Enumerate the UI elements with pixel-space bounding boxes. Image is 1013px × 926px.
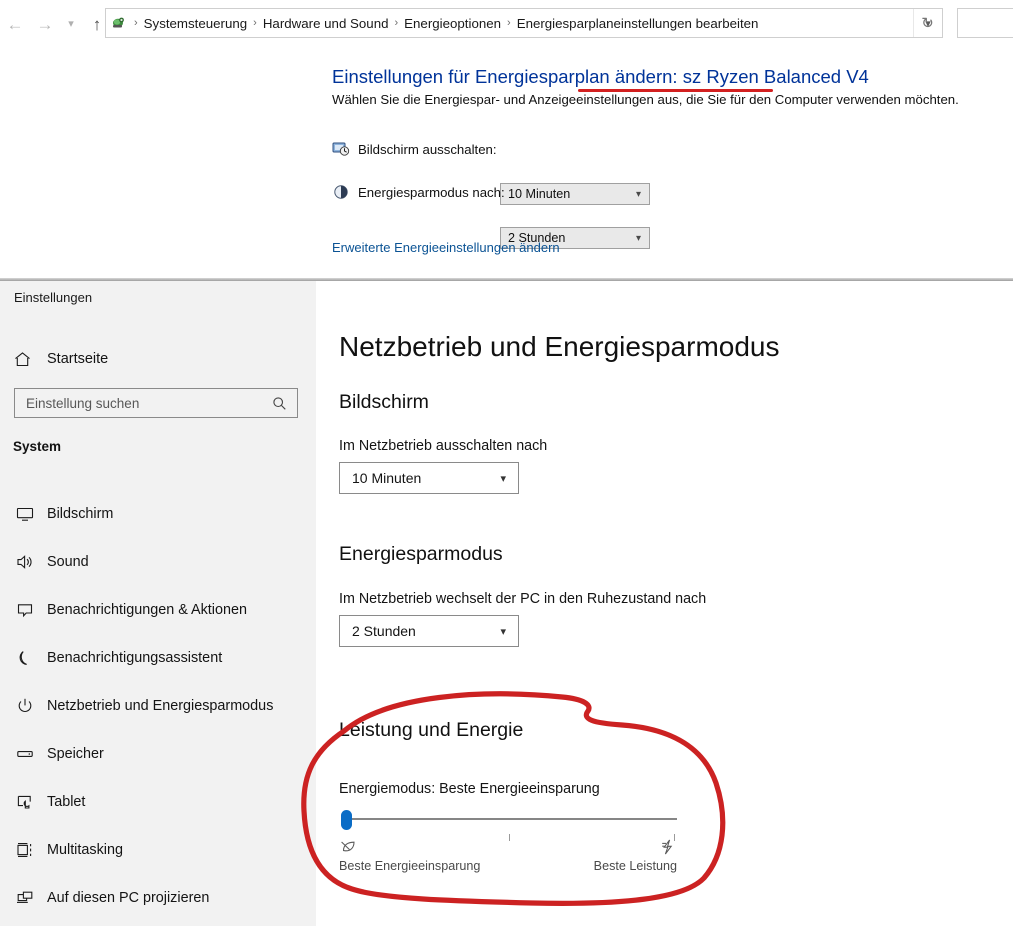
control-panel-page: Einstellungen für Energiesparplan ändern… <box>0 47 1013 279</box>
forward-icon[interactable]: → <box>30 10 60 38</box>
sidebar-item-speicher[interactable]: Speicher <box>0 730 316 778</box>
sidebar-item-label: Speicher <box>47 746 104 762</box>
display-off-icon <box>332 140 350 158</box>
slider-track <box>347 818 677 820</box>
page-subtitle: Wählen Sie die Energiespar- und Anzeigee… <box>332 92 959 107</box>
project-icon <box>13 886 37 910</box>
tablet-icon <box>13 790 37 814</box>
control-panel-icon <box>111 15 127 31</box>
sidebar-item-label: Auf diesen PC projizieren <box>47 890 210 906</box>
sidebar-item-label: Benachrichtigungsassistent <box>47 650 223 666</box>
cp-label-display-off: Bildschirm ausschalten: <box>358 141 497 157</box>
advanced-power-settings-link[interactable]: Erweiterte Energieeinstellungen ändern <box>332 240 560 255</box>
page-title-prefix: Einstellungen für Energiesparplan ändern… <box>332 66 683 87</box>
sidebar-item-benachrichtigungsassistent[interactable]: Benachrichtigungsassistent <box>0 634 316 682</box>
settings-search-input[interactable]: Einstellung suchen <box>14 388 298 418</box>
sidebar-item-benachrichtigungen[interactable]: Benachrichtigungen & Aktionen <box>0 586 316 634</box>
sidebar-item-label: Startseite <box>47 351 109 367</box>
combo-display-off-value: 10 Minuten <box>352 470 422 486</box>
sidebar-item-label: Multitasking <box>47 842 123 858</box>
cp-label-sleep: Energiesparmodus nach: <box>358 184 505 200</box>
group-heading-leistung-und-energie: Leistung und Energie <box>339 719 524 741</box>
sidebar-item-startseite[interactable]: Startseite <box>0 343 316 375</box>
refresh-icon[interactable]: ↻ <box>913 9 942 37</box>
chevron-down-icon: ▾ <box>500 625 506 638</box>
explorer-nav-buttons: ← → ▾ ↑ <box>0 10 112 38</box>
breadcrumb-item-systemsteuerung[interactable]: Systemsteuerung <box>141 16 250 31</box>
combo-sleep-value: 2 Stunden <box>352 623 416 639</box>
sidebar-item-label: Tablet <box>47 794 86 810</box>
slider-left-label: Beste Energieeinsparung <box>339 859 481 873</box>
sidebar-item-auf-diesen-pc-projizieren[interactable]: Auf diesen PC projizieren <box>0 874 316 922</box>
moon-icon <box>13 646 37 670</box>
monitor-icon <box>13 502 37 526</box>
group-heading-bildschirm: Bildschirm <box>339 391 429 413</box>
chevron-down-icon: ▾ <box>635 232 641 244</box>
sidebar-item-label: Bildschirm <box>47 506 114 522</box>
slider-thumb[interactable] <box>341 810 352 830</box>
sleep-icon <box>332 183 350 201</box>
sidebar-item-netzbetrieb-energiesparmodus[interactable]: Netzbetrieb und Energiesparmodus <box>0 682 316 730</box>
sidebar-item-sound[interactable]: Sound <box>0 538 316 586</box>
combo-sleep[interactable]: 2 Stunden ▾ <box>339 615 519 647</box>
field-label-display-off: Im Netzbetrieb ausschalten nach <box>339 438 548 454</box>
storage-icon <box>13 742 37 766</box>
cp-select-display-off-value: 10 Minuten <box>508 187 571 201</box>
lightning-icon <box>661 839 675 860</box>
group-heading-energiesparmodus: Energiesparmodus <box>339 543 503 565</box>
cp-row-display-off: Bildschirm ausschalten: <box>332 140 497 158</box>
chevron-down-icon: ▾ <box>635 188 641 200</box>
slider-endpoint-labels: Beste Energieeinsparung Beste Leistung <box>339 859 677 873</box>
sidebar-item-bildschirm[interactable]: Bildschirm <box>0 490 316 538</box>
chat-bubble-icon <box>13 598 37 622</box>
settings-window: Einstellungen Startseite Einstellung suc… <box>0 281 1013 926</box>
field-label-sleep: Im Netzbetrieb wechselt der PC in den Ru… <box>339 591 707 607</box>
breadcrumb-separator: › <box>394 17 399 29</box>
sidebar-item-tablet[interactable]: Tablet <box>0 778 316 826</box>
combo-display-off[interactable]: 10 Minuten ▾ <box>339 462 519 494</box>
sidebar-item-multitasking[interactable]: Multitasking <box>0 826 316 874</box>
settings-main-content: Netzbetrieb und Energiesparmodus Bildsch… <box>316 281 1013 926</box>
sidebar-section-header: System <box>13 439 62 454</box>
sidebar-item-label: Sound <box>47 554 89 570</box>
settings-page-title: Netzbetrieb und Energiesparmodus <box>339 331 780 362</box>
breadcrumb-item-energieoptionen[interactable]: Energieoptionen <box>401 16 504 31</box>
breadcrumb-separator: › <box>134 17 138 29</box>
breadcrumb-item-hardware-und-sound[interactable]: Hardware und Sound <box>260 16 392 31</box>
breadcrumb-item-energiesparplaneinstellungen[interactable]: Energiesparplaneinstellungen bearbeiten <box>514 16 762 31</box>
energy-mode-label: Energiemodus: Beste Energieeinsparung <box>339 781 600 797</box>
settings-sidebar: Einstellungen Startseite Einstellung suc… <box>0 281 316 926</box>
slider-endpoint-icons <box>339 839 677 857</box>
settings-search-placeholder: Einstellung suchen <box>26 395 140 411</box>
chevron-down-icon: ▾ <box>500 472 506 485</box>
power-plan-name: sz Ryzen Balanced V4 <box>682 66 869 87</box>
history-chevron-down-icon[interactable]: ▾ <box>60 10 82 38</box>
explorer-search-input[interactable] <box>957 8 1013 38</box>
breadcrumb-separator: › <box>253 17 257 29</box>
sidebar-item-label: Netzbetrieb und Energiesparmodus <box>47 698 274 714</box>
speaker-icon <box>13 550 37 574</box>
power-icon <box>13 694 37 718</box>
back-icon[interactable]: ← <box>0 10 30 38</box>
sidebar-item-label: Benachrichtigungen & Aktionen <box>47 602 248 618</box>
settings-app-title: Einstellungen <box>14 290 93 305</box>
sidebar-nav-list: Bildschirm Sound Benachrichtigungen & Ak… <box>0 490 316 922</box>
explorer-address-bar: ← → ▾ ↑ › Systemsteuerung › Hardware und… <box>0 0 1013 47</box>
leaf-icon <box>340 839 357 859</box>
address-bar-input[interactable]: › Systemsteuerung › Hardware und Sound ›… <box>105 8 943 38</box>
breadcrumb: › Systemsteuerung › Hardware und Sound ›… <box>129 9 913 37</box>
home-icon <box>13 350 37 369</box>
screen-root: ← → ▾ ↑ › Systemsteuerung › Hardware und… <box>0 0 1013 926</box>
search-icon <box>272 396 297 411</box>
multitasking-icon <box>13 838 37 862</box>
cp-select-display-off[interactable]: 10 Minuten ▾ <box>500 183 650 205</box>
page-title: Einstellungen für Energiesparplan ändern… <box>332 66 869 88</box>
breadcrumb-separator: › <box>507 17 511 29</box>
cp-row-sleep: Energiesparmodus nach: <box>332 183 505 201</box>
power-mode-slider[interactable] <box>339 809 677 841</box>
slider-right-label: Beste Leistung <box>593 859 677 873</box>
